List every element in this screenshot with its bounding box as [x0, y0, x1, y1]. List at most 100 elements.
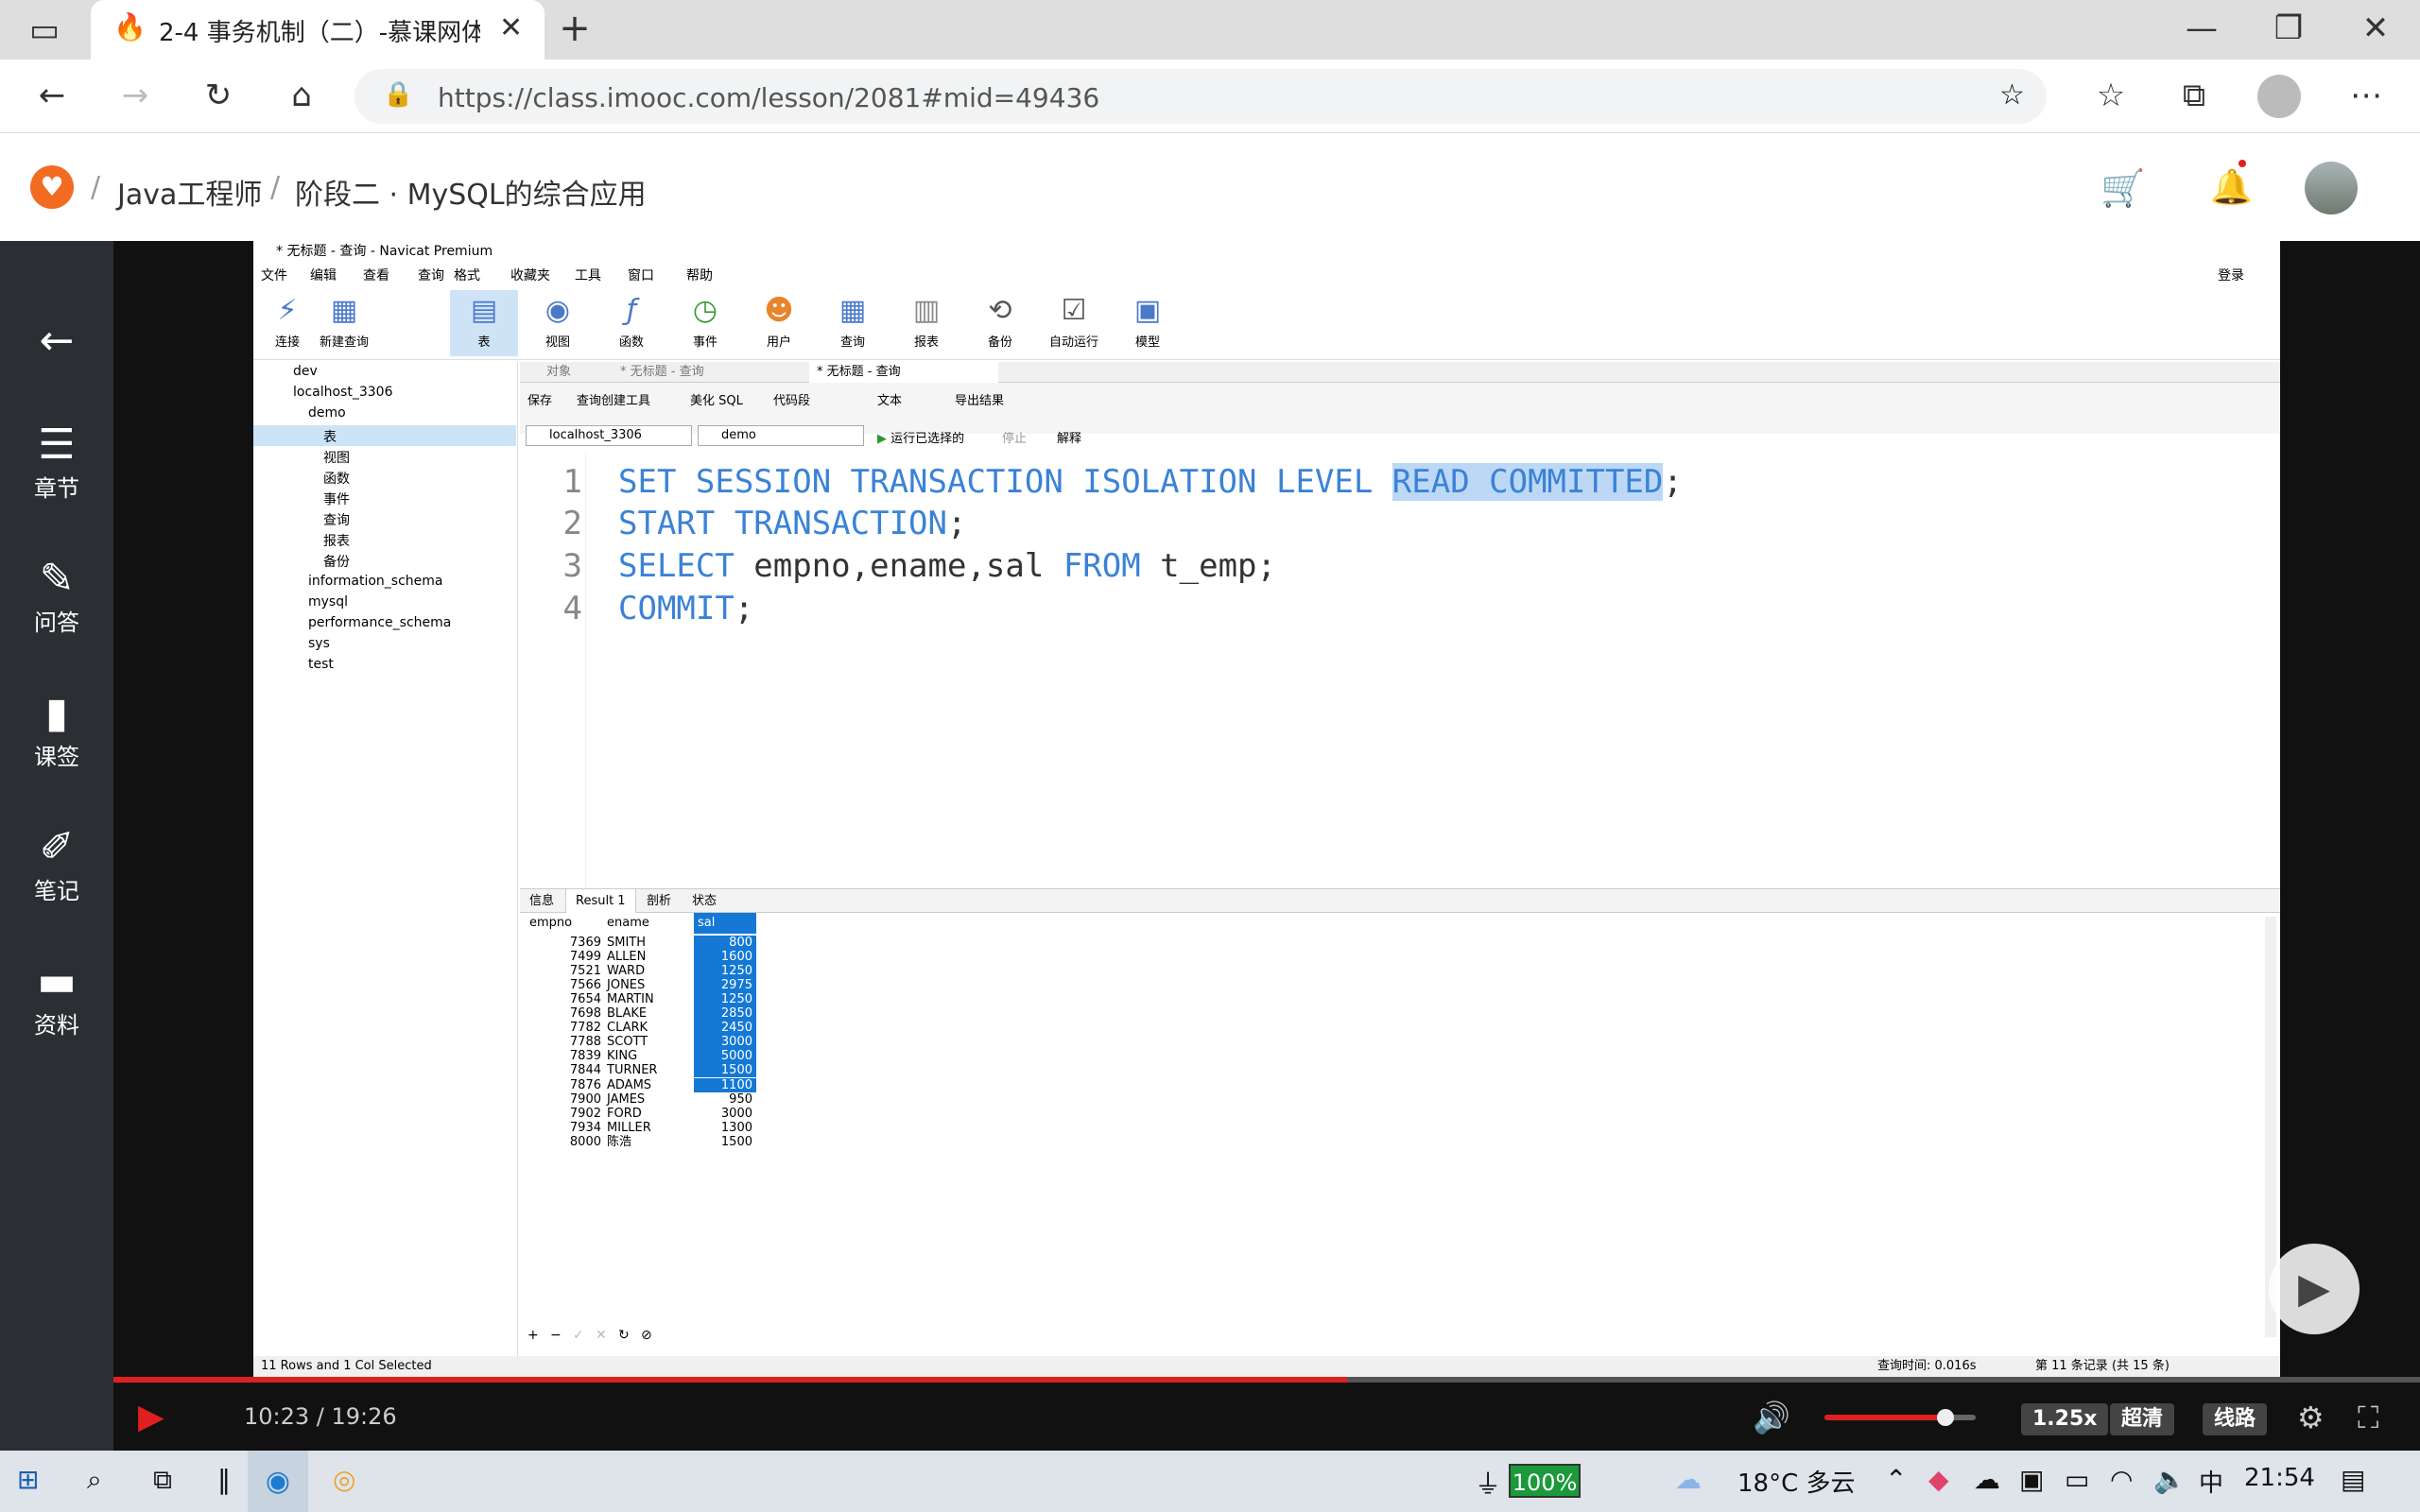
- windows-start-icon[interactable]: ⊞: [17, 1464, 39, 1495]
- cell-sal[interactable]: 950: [694, 1092, 756, 1107]
- cell-sal[interactable]: 1250: [694, 992, 756, 1007]
- table-row[interactable]: 7369 SMITH 800: [520, 936, 756, 950]
- menu-format[interactable]: 格式: [454, 266, 480, 284]
- cell-sal[interactable]: 3000: [694, 1035, 756, 1050]
- cell-ename[interactable]: TURNER: [607, 1063, 657, 1077]
- cell-empno[interactable]: 8000: [543, 1135, 601, 1149]
- column-header-empno[interactable]: empno: [529, 913, 572, 934]
- tree-item-localhost[interactable]: localhost_3306: [293, 385, 392, 400]
- edge-app-icon[interactable]: ◉: [248, 1451, 308, 1512]
- minimize-icon[interactable]: —: [2178, 9, 2225, 47]
- wifi-icon[interactable]: ◠: [2110, 1464, 2133, 1495]
- forward-icon[interactable]: →: [112, 77, 159, 114]
- cell-ename[interactable]: 陈浩: [607, 1135, 631, 1149]
- save-button[interactable]: 保存: [527, 390, 552, 408]
- tool-model[interactable]: ▣ 模型: [1114, 290, 1182, 350]
- chevron-up-icon[interactable]: ⌃: [1885, 1464, 1907, 1495]
- speaker-icon[interactable]: 🔈: [2153, 1464, 2187, 1495]
- database-select[interactable]: demo: [698, 425, 864, 446]
- nav-qa[interactable]: ✎ 问答: [0, 555, 113, 637]
- restore-icon[interactable]: ❐: [2265, 9, 2312, 47]
- tree-item-reports[interactable]: 报表: [323, 531, 350, 550]
- cell-ename[interactable]: CLARK: [607, 1021, 648, 1035]
- cell-ename[interactable]: ADAMS: [607, 1078, 651, 1092]
- menu-edit[interactable]: 编辑: [310, 266, 337, 284]
- menu-help[interactable]: 帮助: [686, 266, 713, 284]
- close-tab-icon[interactable]: ✕: [499, 11, 523, 44]
- cell-ename[interactable]: WARD: [607, 964, 645, 978]
- table-row[interactable]: 7654 MARTIN 1250: [520, 992, 756, 1007]
- cell-sal[interactable]: 1600: [694, 950, 756, 965]
- column-header-sal[interactable]: sal: [694, 913, 756, 934]
- delete-row-icon[interactable]: −: [550, 1328, 562, 1343]
- chrome-app-icon[interactable]: ◎: [333, 1464, 355, 1495]
- cell-sal[interactable]: 1500: [694, 1135, 756, 1149]
- cell-ename[interactable]: JAMES: [607, 1092, 645, 1107]
- tree-item-performance-schema[interactable]: performance_schema: [308, 615, 451, 630]
- table-row[interactable]: 7788 SCOTT 3000: [520, 1035, 756, 1050]
- cell-empno[interactable]: 7369: [543, 936, 601, 950]
- cell-empno[interactable]: 7844: [543, 1063, 601, 1077]
- cell-sal[interactable]: 1250: [694, 964, 756, 979]
- cell-empno[interactable]: 7788: [543, 1035, 601, 1049]
- back-icon[interactable]: ←: [28, 77, 76, 114]
- cell-ename[interactable]: SMITH: [607, 936, 646, 950]
- table-row[interactable]: 7782 CLARK 2450: [520, 1021, 756, 1036]
- cell-sal[interactable]: 1100: [694, 1077, 756, 1092]
- home-icon[interactable]: ⌂: [278, 77, 325, 114]
- cell-empno[interactable]: 7902: [543, 1107, 601, 1121]
- quality-button[interactable]: 超清: [2110, 1403, 2175, 1435]
- cell-ename[interactable]: BLAKE: [607, 1006, 647, 1021]
- table-row[interactable]: 8000 陈浩 1500: [520, 1135, 756, 1149]
- tab-info[interactable]: 信息: [520, 889, 563, 914]
- table-row[interactable]: 7698 BLAKE 2850: [520, 1006, 756, 1022]
- clock[interactable]: 21:54: [2244, 1464, 2315, 1492]
- tab-objects[interactable]: 对象: [539, 362, 579, 383]
- tree-item-dev[interactable]: dev: [293, 364, 318, 379]
- tree-item-backups[interactable]: 备份: [323, 552, 350, 571]
- cell-empno[interactable]: 7900: [543, 1092, 601, 1107]
- tab-profile[interactable]: 剖析: [637, 889, 681, 914]
- menu-window[interactable]: 窗口: [628, 266, 654, 284]
- volume-icon[interactable]: 🔊: [1753, 1400, 1790, 1435]
- tab-query-2[interactable]: * 无标题 - 查询: [809, 362, 998, 383]
- nav-chapter[interactable]: ☰ 章节: [0, 421, 113, 503]
- snippet-button[interactable]: 代码段: [773, 390, 810, 408]
- imooc-logo[interactable]: ♥: [30, 165, 74, 209]
- table-row[interactable]: 7902 FORD 3000: [520, 1107, 756, 1121]
- cell-empno[interactable]: 7839: [543, 1049, 601, 1063]
- cell-sal[interactable]: 2975: [694, 978, 756, 993]
- play-overlay-button[interactable]: ▶: [2269, 1244, 2360, 1334]
- tab-status[interactable]: 状态: [683, 889, 726, 914]
- sql-editor[interactable]: 1 2 3 4 SET SESSION TRANSACTION ISOLATIO…: [520, 454, 2280, 888]
- tray-cloud-icon[interactable]: ☁: [1974, 1464, 2000, 1495]
- cell-ename[interactable]: MILLER: [607, 1121, 651, 1135]
- ime-indicator[interactable]: 中: [2199, 1464, 2223, 1499]
- tool-event[interactable]: ◷ 事件: [671, 290, 739, 350]
- tool-function[interactable]: ƒ 函数: [597, 290, 666, 350]
- search-icon[interactable]: ⌕: [87, 1464, 102, 1496]
- notification-center-icon[interactable]: ▤: [2341, 1464, 2365, 1495]
- cell-ename[interactable]: JONES: [607, 978, 645, 992]
- tool-view[interactable]: ◉ 视图: [524, 290, 592, 350]
- refresh-grid-icon[interactable]: ↻: [618, 1328, 630, 1343]
- route-button[interactable]: 线路: [2203, 1403, 2268, 1435]
- cart-icon[interactable]: 🛒: [2100, 167, 2145, 210]
- beautify-sql-button[interactable]: 美化 SQL: [690, 390, 743, 408]
- url-input[interactable]: 🔒 https://class.imooc.com/lesson/2081#mi…: [354, 69, 2047, 124]
- cell-sal[interactable]: 800: [694, 936, 756, 950]
- cell-sal[interactable]: 3000: [694, 1107, 756, 1121]
- battery-indicator[interactable]: 100%: [1509, 1464, 1581, 1498]
- weather-text[interactable]: 18°C 多云: [1737, 1464, 1856, 1499]
- column-header-ename[interactable]: ename: [607, 913, 649, 934]
- add-favorite-icon[interactable]: ☆: [1999, 78, 2025, 112]
- export-result-button[interactable]: 导出结果: [955, 390, 1004, 408]
- cell-sal[interactable]: 2450: [694, 1021, 756, 1036]
- connection-select[interactable]: localhost_3306: [526, 425, 692, 446]
- table-row[interactable]: 7844 TURNER 1500: [520, 1063, 756, 1078]
- add-row-icon[interactable]: +: [527, 1328, 539, 1343]
- volume-knob[interactable]: [1937, 1409, 1954, 1426]
- tree-item-events[interactable]: 事件: [323, 490, 350, 508]
- cell-sal[interactable]: 1300: [694, 1121, 756, 1135]
- more-menu-icon[interactable]: ⋯: [2342, 77, 2390, 114]
